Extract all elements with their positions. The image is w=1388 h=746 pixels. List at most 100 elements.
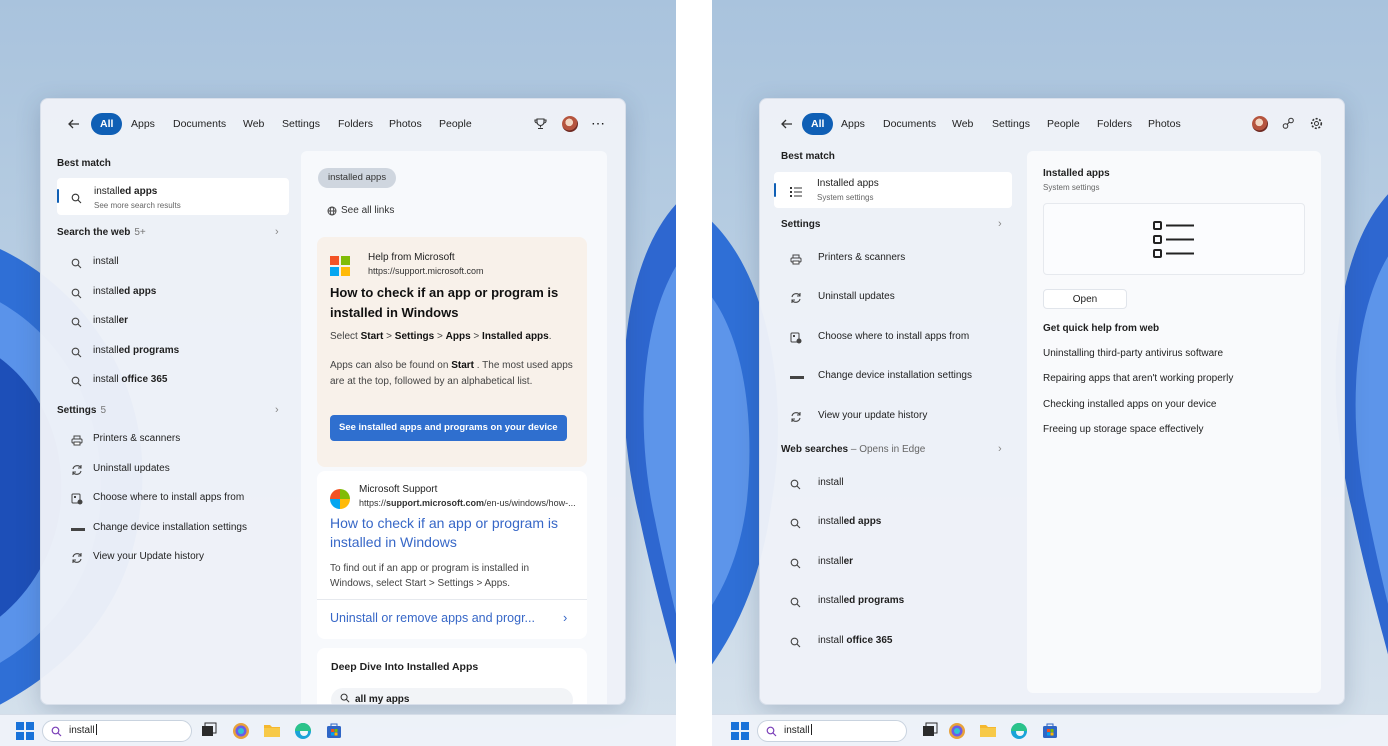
settings-item-uninstall-updates[interactable]: Uninstall updates: [71, 458, 291, 480]
settings-item-device-install[interactable]: Change device installation settings: [790, 365, 1010, 387]
tab-apps[interactable]: Apps: [841, 113, 865, 135]
tab-settings[interactable]: Settings: [282, 113, 320, 135]
printer-icon: [790, 252, 802, 274]
web-result-item[interactable]: installed programs: [71, 340, 291, 362]
web-result-label: installed apps: [818, 516, 882, 527]
task-view-icon[interactable]: [201, 722, 219, 740]
edge-icon[interactable]: [1010, 722, 1028, 740]
task-view-icon[interactable]: [922, 722, 940, 740]
more-options-icon[interactable]: ⋯: [591, 115, 605, 132]
settings-heading[interactable]: Settings 5: [57, 405, 106, 416]
tab-folders[interactable]: Folders: [1097, 113, 1132, 135]
settings-item-label: Uninstall updates: [818, 291, 895, 302]
tab-documents[interactable]: Documents: [173, 113, 226, 135]
search-icon: [340, 689, 350, 704]
settings-item-update-history[interactable]: View your Update history: [71, 546, 291, 568]
tab-people[interactable]: People: [1047, 113, 1080, 135]
edge-icon[interactable]: [294, 722, 312, 740]
quick-help-link[interactable]: Repairing apps that aren't working prope…: [1043, 373, 1233, 384]
quick-help-link[interactable]: Freeing up storage space effectively: [1043, 424, 1203, 435]
tab-photos[interactable]: Photos: [1148, 113, 1181, 135]
support-url[interactable]: https://support.microsoft.com/en-us/wind…: [359, 498, 576, 508]
tab-apps[interactable]: Apps: [131, 113, 155, 135]
tab-folders[interactable]: Folders: [338, 113, 373, 135]
query-chip[interactable]: installed apps: [318, 168, 397, 188]
file-explorer-icon[interactable]: [979, 722, 997, 740]
web-result-item[interactable]: installer: [790, 551, 1010, 573]
settings-item-update-history[interactable]: View your update history: [790, 405, 1010, 427]
selection-indicator: [57, 189, 59, 203]
divider: [317, 599, 587, 600]
settings-item-label: Change device installation settings: [93, 522, 247, 533]
tab-documents[interactable]: Documents: [883, 113, 936, 135]
tab-all[interactable]: All: [802, 113, 834, 135]
search-panel: All Apps Documents Web Settings People F…: [759, 98, 1345, 705]
copilot-icon[interactable]: [948, 722, 966, 740]
uninstall-link[interactable]: Uninstall or remove apps and progr...: [330, 611, 535, 625]
deep-dive-search[interactable]: all my apps: [331, 688, 573, 704]
chevron-right-icon[interactable]: ›: [563, 610, 567, 625]
preview-pane: Installed apps System settings Open Get …: [1027, 151, 1321, 693]
open-button[interactable]: Open: [1043, 289, 1127, 309]
tab-all[interactable]: All: [91, 113, 123, 135]
file-explorer-icon[interactable]: [263, 722, 281, 740]
web-result-label: installed apps: [93, 286, 157, 297]
best-match-subtitle: See more search results: [94, 201, 181, 210]
tab-settings[interactable]: Settings: [992, 113, 1030, 135]
settings-item-device-install[interactable]: Change device installation settings: [71, 517, 291, 539]
web-result-item[interactable]: installer: [71, 310, 291, 332]
taskbar-search-input[interactable]: install: [42, 720, 192, 742]
web-result-item[interactable]: installed programs: [790, 590, 1010, 612]
back-arrow-icon[interactable]: [780, 117, 794, 136]
settings-item-uninstall-updates[interactable]: Uninstall updates: [790, 286, 1010, 308]
windows-start-icon[interactable]: [16, 722, 34, 740]
tab-web[interactable]: Web: [952, 113, 973, 135]
quick-help-link[interactable]: Checking installed apps on your device: [1043, 399, 1216, 410]
gear-icon[interactable]: [1310, 117, 1323, 135]
store-icon[interactable]: [1041, 722, 1059, 740]
support-title-link[interactable]: How to check if an app or program is ins…: [330, 514, 580, 552]
back-arrow-icon[interactable]: [67, 117, 81, 136]
web-result-label: install office 365: [818, 635, 893, 646]
settings-item-label: View your update history: [818, 410, 928, 421]
search-web-heading[interactable]: Search the web 5+: [57, 227, 146, 238]
settings-item-printers[interactable]: Printers & scanners: [71, 428, 291, 450]
avatar[interactable]: [562, 116, 578, 132]
trophy-icon[interactable]: [534, 117, 547, 135]
web-result-item[interactable]: install: [790, 472, 1010, 494]
settings-heading[interactable]: Settings: [781, 219, 820, 230]
chevron-right-icon[interactable]: ›: [998, 218, 1002, 230]
chevron-right-icon[interactable]: ›: [998, 443, 1002, 455]
web-searches-heading[interactable]: Web searches – Opens in Edge: [781, 444, 925, 455]
store-icon[interactable]: [325, 722, 343, 740]
search-icon: [790, 595, 801, 617]
web-result-item[interactable]: install: [71, 251, 291, 273]
search-icon: [71, 256, 82, 278]
web-result-item[interactable]: install office 365: [71, 369, 291, 391]
settings-item-install-source[interactable]: Choose where to install apps from: [71, 487, 291, 509]
settings-item-printers[interactable]: Printers & scanners: [790, 247, 1010, 269]
tab-web[interactable]: Web: [243, 113, 264, 135]
chevron-right-icon[interactable]: ›: [275, 226, 279, 238]
web-result-item[interactable]: installed apps: [71, 281, 291, 303]
share-icon[interactable]: [1282, 117, 1295, 135]
tab-photos[interactable]: Photos: [389, 113, 422, 135]
copilot-icon[interactable]: [232, 722, 250, 740]
tab-people[interactable]: People: [439, 113, 472, 135]
quick-help-link[interactable]: Uninstalling third-party antivirus softw…: [1043, 348, 1223, 359]
help-path: Select Start > Settings > Apps > Install…: [330, 331, 552, 342]
web-result-item[interactable]: install office 365: [790, 630, 1010, 652]
taskbar-search-input[interactable]: install: [757, 720, 907, 742]
best-match-item[interactable]: installed apps See more search results: [57, 178, 289, 215]
best-match-item[interactable]: Installed apps System settings: [774, 172, 1012, 208]
see-installed-apps-button[interactable]: See installed apps and programs on your …: [330, 415, 567, 441]
search-filter-bar: All Apps Documents Web Settings People F…: [760, 109, 1344, 139]
chevron-right-icon[interactable]: ›: [275, 404, 279, 416]
web-result-item[interactable]: installed apps: [790, 511, 1010, 533]
settings-item-label: Choose where to install apps from: [818, 331, 970, 342]
windows-start-icon[interactable]: [731, 722, 749, 740]
see-all-links[interactable]: See all links: [327, 205, 394, 216]
settings-item-install-source[interactable]: Choose where to install apps from: [790, 326, 1010, 348]
avatar[interactable]: [1252, 116, 1268, 132]
refresh-icon: [790, 291, 802, 313]
